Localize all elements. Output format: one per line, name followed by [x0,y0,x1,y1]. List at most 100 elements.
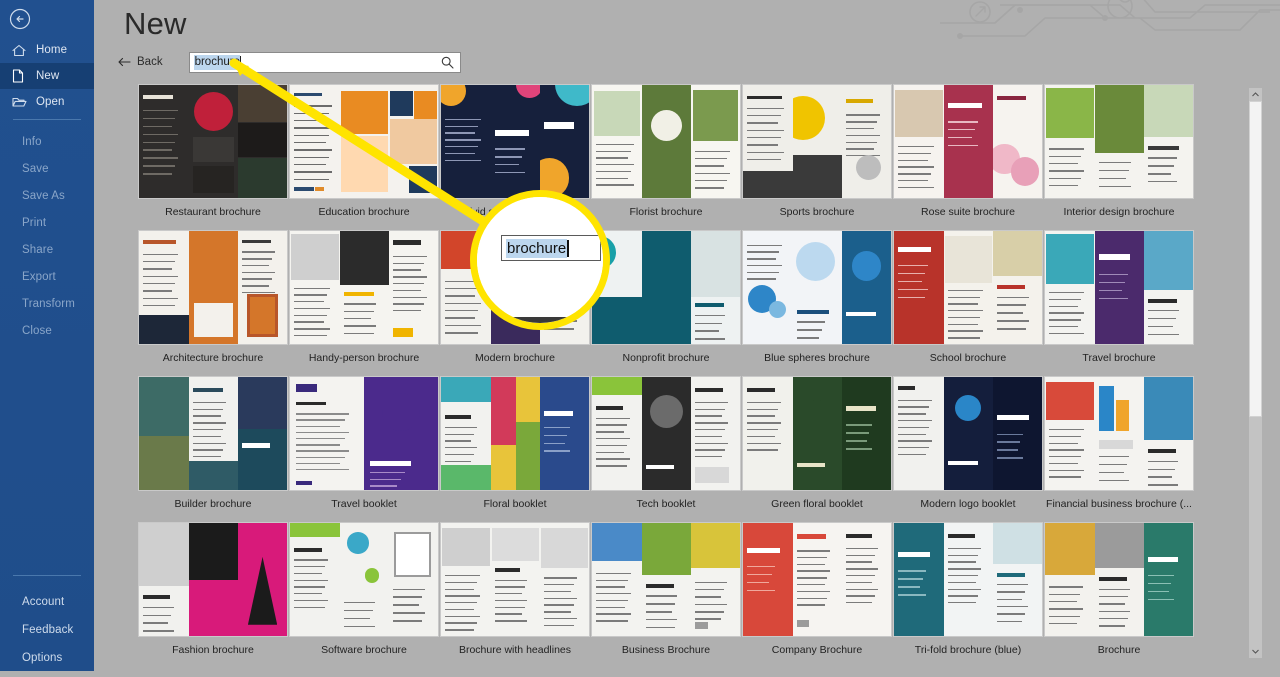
template-thumbnail[interactable] [138,230,288,345]
template-thumbnail[interactable] [138,84,288,199]
template-label: Tech booklet [636,498,696,510]
template-thumbnail[interactable] [440,84,590,199]
template-tile[interactable]: Architecture brochure [138,230,288,364]
sidebar-item-save-as[interactable]: Save As [0,182,94,209]
template-thumbnail[interactable] [591,376,741,491]
scrollbar-thumb[interactable] [1249,101,1262,417]
scroll-down-button[interactable] [1249,645,1262,658]
sidebar-item-label: Close [22,324,52,337]
template-tile[interactable]: Travel brochure [1044,230,1194,364]
template-label: Tri-fold brochure (blue) [914,644,1022,656]
sidebar-item-export[interactable]: Export [0,263,94,290]
sidebar-item-feedback[interactable]: Feedback [0,616,94,644]
template-tile[interactable]: Sports brochure [742,84,892,218]
template-thumbnail[interactable] [440,376,590,491]
template-label: Fashion brochure [172,644,254,656]
back-button[interactable]: Back [118,56,163,68]
template-tile[interactable]: Handy-person brochure [289,230,439,364]
template-thumbnail[interactable] [893,84,1043,199]
sidebar-item-share[interactable]: Share [0,236,94,263]
template-label: Company Brochure [771,644,863,656]
template-tile[interactable]: Modern logo booklet [893,376,1043,510]
template-tile[interactable]: Restaurant brochure [138,84,288,218]
template-row: Fashion brochure Software brochure Brochur… [118,522,1249,664]
template-thumbnail[interactable] [289,376,439,491]
sidebar-item-label: New [36,70,60,82]
template-thumbnail[interactable] [742,376,892,491]
backstage-sidebar: Home New Open Info Save Save As Print Sh… [0,0,94,671]
template-thumbnail[interactable] [138,522,288,637]
sidebar-item-new[interactable]: New [0,63,94,89]
sidebar-item-label: Options [22,652,63,664]
sidebar-item-open[interactable]: Open [0,89,94,115]
sidebar-item-account[interactable]: Account [0,588,94,616]
template-thumbnail[interactable] [742,84,892,199]
magnified-search-value: brochure [506,238,568,258]
back-circle-icon[interactable] [9,8,31,30]
sidebar-item-home[interactable]: Home [0,37,94,63]
template-tile[interactable]: Builder brochure [138,376,288,510]
template-thumbnail[interactable] [591,84,741,199]
sidebar-item-label: Export [22,270,56,283]
template-tile[interactable]: Tech booklet [591,376,741,510]
sidebar-item-options[interactable]: Options [0,644,94,672]
magnified-search-input: brochure [501,235,601,261]
template-thumbnail[interactable] [893,230,1043,345]
sidebar-item-label: Account [22,596,65,608]
sidebar-item-info[interactable]: Info [0,128,94,155]
template-label: Green floral booklet [771,498,863,510]
template-thumbnail[interactable] [1044,84,1194,199]
template-tile[interactable]: Florist brochure [591,84,741,218]
circuit-decoration-icon [940,0,1280,39]
template-thumbnail[interactable] [893,376,1043,491]
template-thumbnail[interactable] [591,522,741,637]
template-tile[interactable]: Interior design brochure [1044,84,1194,218]
template-tile[interactable]: Brochure [1044,522,1194,656]
sidebar-item-transform[interactable]: Transform [0,290,94,317]
caret-up-icon [1252,92,1259,97]
template-tile[interactable]: Blue spheres brochure [742,230,892,364]
template-thumbnail[interactable] [742,522,892,637]
template-thumbnail[interactable] [893,522,1043,637]
template-tile[interactable]: Nonprofit brochure [591,230,741,364]
template-tile[interactable]: Financial business brochure (... [1044,376,1194,510]
template-tile[interactable]: Floral booklet [440,376,590,510]
template-tile[interactable]: Travel booklet [289,376,439,510]
template-thumbnail[interactable] [1044,376,1194,491]
template-tile[interactable]: Education brochure [289,84,439,218]
sidebar-item-save[interactable]: Save [0,155,94,182]
template-tile[interactable]: Brochure with headlines [440,522,590,656]
template-label: Financial business brochure (... [1046,498,1192,510]
template-tile[interactable]: Tri-fold brochure (blue) [893,522,1043,656]
sidebar-primary-nav: Home New Open [0,37,94,115]
sidebar-item-close[interactable]: Close [0,317,94,344]
template-tile[interactable]: Rose suite brochure [893,84,1043,218]
search-icon[interactable] [441,56,454,74]
template-tile[interactable]: Fashion brochure [138,522,288,656]
template-tile[interactable]: School brochure [893,230,1043,364]
scroll-up-button[interactable] [1249,88,1262,101]
template-tile[interactable]: Business Brochure [591,522,741,656]
template-thumbnail[interactable] [1044,230,1194,345]
template-thumbnail[interactable] [1044,522,1194,637]
magnifier-callout: brochure [470,190,610,330]
search-input[interactable]: brochure [188,51,461,74]
template-label: Architecture brochure [162,352,264,364]
template-thumbnail[interactable] [289,230,439,345]
template-label: Florist brochure [629,206,703,218]
template-tile[interactable]: Green floral booklet [742,376,892,510]
vertical-scrollbar[interactable] [1249,88,1262,658]
template-label: Modern brochure [475,352,555,364]
template-label: Floral booklet [483,498,547,510]
template-tile[interactable]: Software brochure [289,522,439,656]
template-tile[interactable]: Company Brochure [742,522,892,656]
template-thumbnail[interactable] [591,230,741,345]
search-row: Back brochure [118,51,461,73]
template-thumbnail[interactable] [289,522,439,637]
template-thumbnail[interactable] [289,84,439,199]
sidebar-item-print[interactable]: Print [0,209,94,236]
template-thumbnail[interactable] [440,522,590,637]
template-thumbnail[interactable] [742,230,892,345]
template-label: Brochure [1097,644,1141,656]
template-thumbnail[interactable] [138,376,288,491]
